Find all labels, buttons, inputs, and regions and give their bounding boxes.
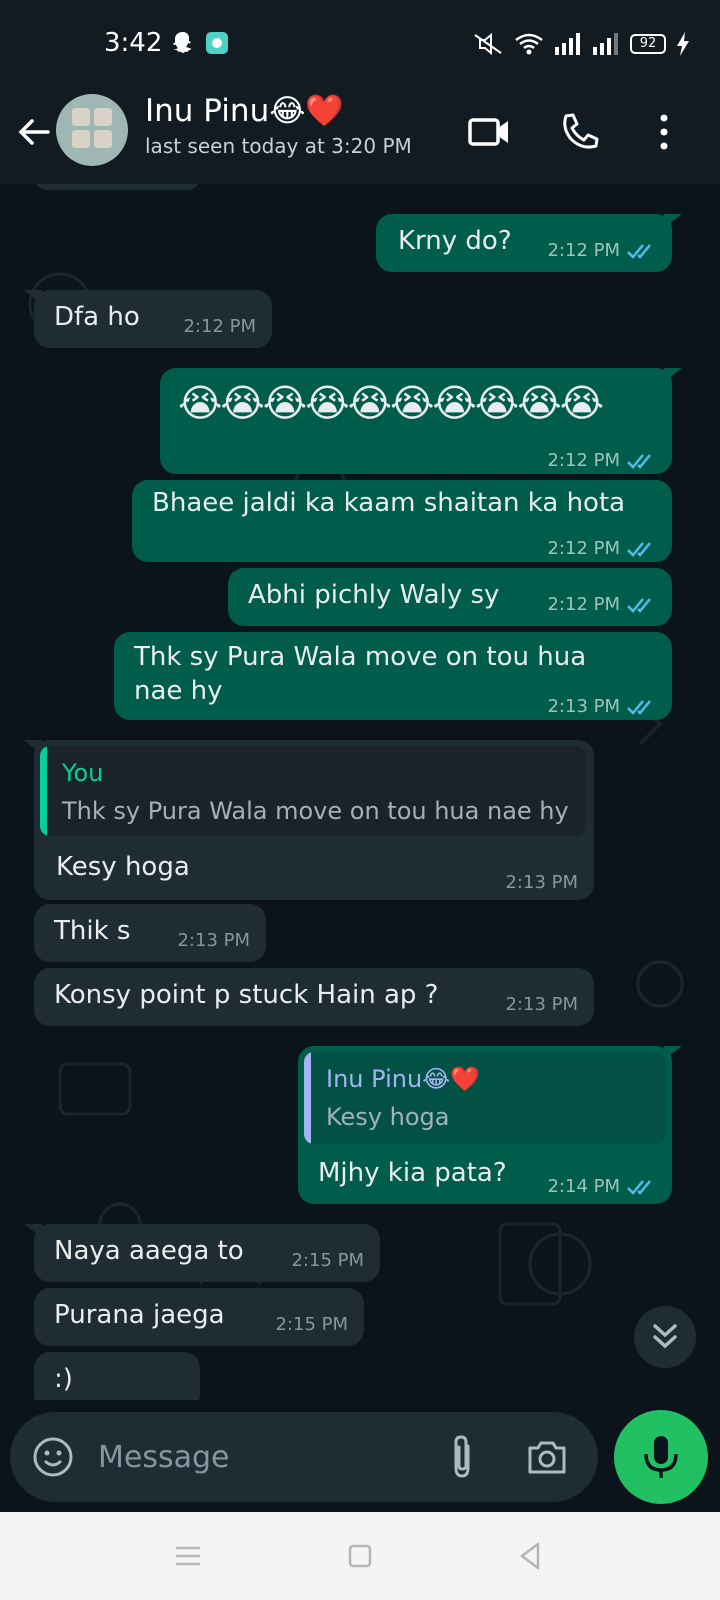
message-time: 2:13 PM [505, 994, 578, 1015]
message-time: 2:13 PM [505, 872, 578, 893]
message-time: 2:13 PM [547, 696, 620, 717]
back-icon[interactable] [514, 1540, 546, 1572]
menu-icon[interactable] [172, 1540, 204, 1572]
message-bubble-incoming[interactable]: Naya aaega to 2:15 PM [24, 1224, 380, 1282]
message-time: 2:14 PM [547, 1176, 620, 1197]
message-text: Krny do? [398, 226, 512, 256]
video-call-icon[interactable] [466, 108, 514, 156]
read-receipt-icon [627, 454, 651, 469]
message-composer [10, 1412, 598, 1502]
message-bubble-incoming[interactable]: :) [34, 1352, 200, 1400]
message-bubble-partial[interactable] [34, 184, 200, 190]
avatar[interactable] [56, 94, 128, 166]
quoted-message[interactable]: Inu Pinu😂❤️ Kesy hoga [304, 1052, 666, 1144]
quoted-sender: Inu Pinu😂❤️ [326, 1065, 481, 1093]
message-time: 2:12 PM [547, 538, 620, 559]
status-time: 3:42 [104, 28, 163, 58]
contact-name[interactable]: Inu Pinu😂❤️ [145, 92, 344, 129]
system-navigation-bar [0, 1512, 720, 1600]
scroll-to-bottom-button[interactable] [634, 1306, 696, 1368]
message-text-line-2: nae hy [134, 676, 223, 706]
message-time: 2:12 PM [547, 594, 620, 615]
message-text: :) [54, 1364, 73, 1394]
signal-icon [555, 33, 580, 55]
message-bubble-outgoing[interactable]: Bhaee jaldi ka kaam shaitan ka hota 2:12… [132, 480, 672, 562]
message-input[interactable] [98, 1432, 428, 1482]
quoted-text: Kesy hoga [326, 1103, 450, 1131]
more-options-icon[interactable] [640, 108, 688, 156]
message-meta: 2:12 PM [547, 532, 658, 566]
emoji-icon[interactable] [30, 1434, 76, 1480]
message-text: Abhi pichly Waly sy [248, 580, 500, 610]
read-receipt-icon [627, 244, 651, 259]
message-emoji-text: 😭😭😭😭😭😭😭😭😭😭 [178, 381, 604, 425]
message-meta: 2:13 PM [547, 690, 658, 724]
message-meta: 2:12 PM [547, 588, 658, 622]
status-right-icons: 92 [472, 30, 690, 58]
quoted-sender: You [62, 759, 104, 787]
message-text: Kesy hoga [56, 852, 190, 882]
read-receipt-icon [627, 542, 651, 557]
home-icon[interactable] [344, 1540, 376, 1572]
message-bubble-incoming[interactable]: Purana jaega 2:15 PM [34, 1288, 364, 1346]
message-time: 2:13 PM [177, 930, 250, 951]
message-bubble-outgoing[interactable]: Thk sy Pura Wala move on tou hua nae hy … [114, 632, 672, 720]
message-text: Konsy point p stuck Hain ap ? [54, 980, 439, 1010]
message-bubble-incoming-reply[interactable]: You Thk sy Pura Wala move on tou hua nae… [24, 740, 594, 900]
signal-icon-2 [593, 33, 618, 55]
last-seen-status: last seen today at 3:20 PM [145, 134, 412, 158]
wifi-icon [515, 33, 543, 55]
voice-message-button[interactable] [614, 1410, 708, 1504]
message-text: Naya aaega to [54, 1236, 244, 1266]
message-text: Dfa ho [54, 302, 140, 332]
message-bubble-outgoing[interactable]: Krny do? 2:12 PM [376, 214, 682, 272]
message-text: Bhaee jaldi ka kaam shaitan ka hota [152, 488, 626, 518]
message-meta: 2:14 PM [547, 1170, 658, 1204]
read-receipt-icon [627, 598, 651, 613]
voice-call-icon[interactable] [556, 108, 604, 156]
message-bubble-incoming[interactable]: Dfa ho 2:12 PM [24, 290, 272, 348]
message-time: 2:15 PM [275, 1314, 348, 1335]
read-receipt-icon [627, 1180, 651, 1195]
message-bubble-incoming[interactable]: Konsy point p stuck Hain ap ? 2:13 PM [34, 968, 594, 1026]
back-arrow-icon[interactable] [14, 112, 54, 152]
message-meta: 2:12 PM [547, 234, 658, 268]
quoted-message[interactable]: You Thk sy Pura Wala move on tou hua nae… [40, 746, 586, 836]
message-text: Mjhy kia pata? [318, 1158, 507, 1188]
charging-icon [677, 32, 689, 56]
status-bar: 3:42 92 [0, 0, 720, 88]
message-meta: 2:12 PM [547, 444, 658, 478]
quoted-text: Thk sy Pura Wala move on tou hua nae hy [62, 797, 569, 825]
message-bubble-incoming[interactable]: Thik s 2:13 PM [34, 904, 266, 962]
mute-icon [474, 32, 502, 56]
message-time: 2:12 PM [183, 316, 256, 337]
message-time: 2:12 PM [547, 450, 620, 471]
message-text: Purana jaega [54, 1300, 225, 1330]
app-icon [206, 32, 228, 54]
attach-icon[interactable] [440, 1432, 484, 1482]
mic-icon [644, 1436, 678, 1478]
message-text: Thik s [54, 916, 131, 946]
double-chevron-down-icon [653, 1324, 677, 1349]
message-bubble-outgoing-reply[interactable]: Inu Pinu😂❤️ Kesy hoga Mjhy kia pata? 2:1… [298, 1046, 682, 1204]
read-receipt-icon [627, 700, 651, 715]
message-bubble-outgoing[interactable]: 😭😭😭😭😭😭😭😭😭😭 2:12 PM [160, 368, 682, 474]
camera-icon[interactable] [524, 1434, 570, 1480]
snapchat-icon [173, 32, 191, 53]
battery-icon: 92 [630, 34, 666, 54]
message-bubble-outgoing[interactable]: Abhi pichly Waly sy 2:12 PM [228, 568, 672, 626]
message-time: 2:12 PM [547, 240, 620, 261]
chat-header: Inu Pinu😂❤️ last seen today at 3:20 PM [0, 88, 720, 184]
message-text-line-1: Thk sy Pura Wala move on tou hua [134, 642, 587, 672]
chat-area[interactable]: Krny do? 2:12 PM Dfa ho 2:12 PM 😭😭😭😭😭😭😭😭… [0, 184, 720, 1400]
message-time: 2:15 PM [291, 1250, 364, 1271]
